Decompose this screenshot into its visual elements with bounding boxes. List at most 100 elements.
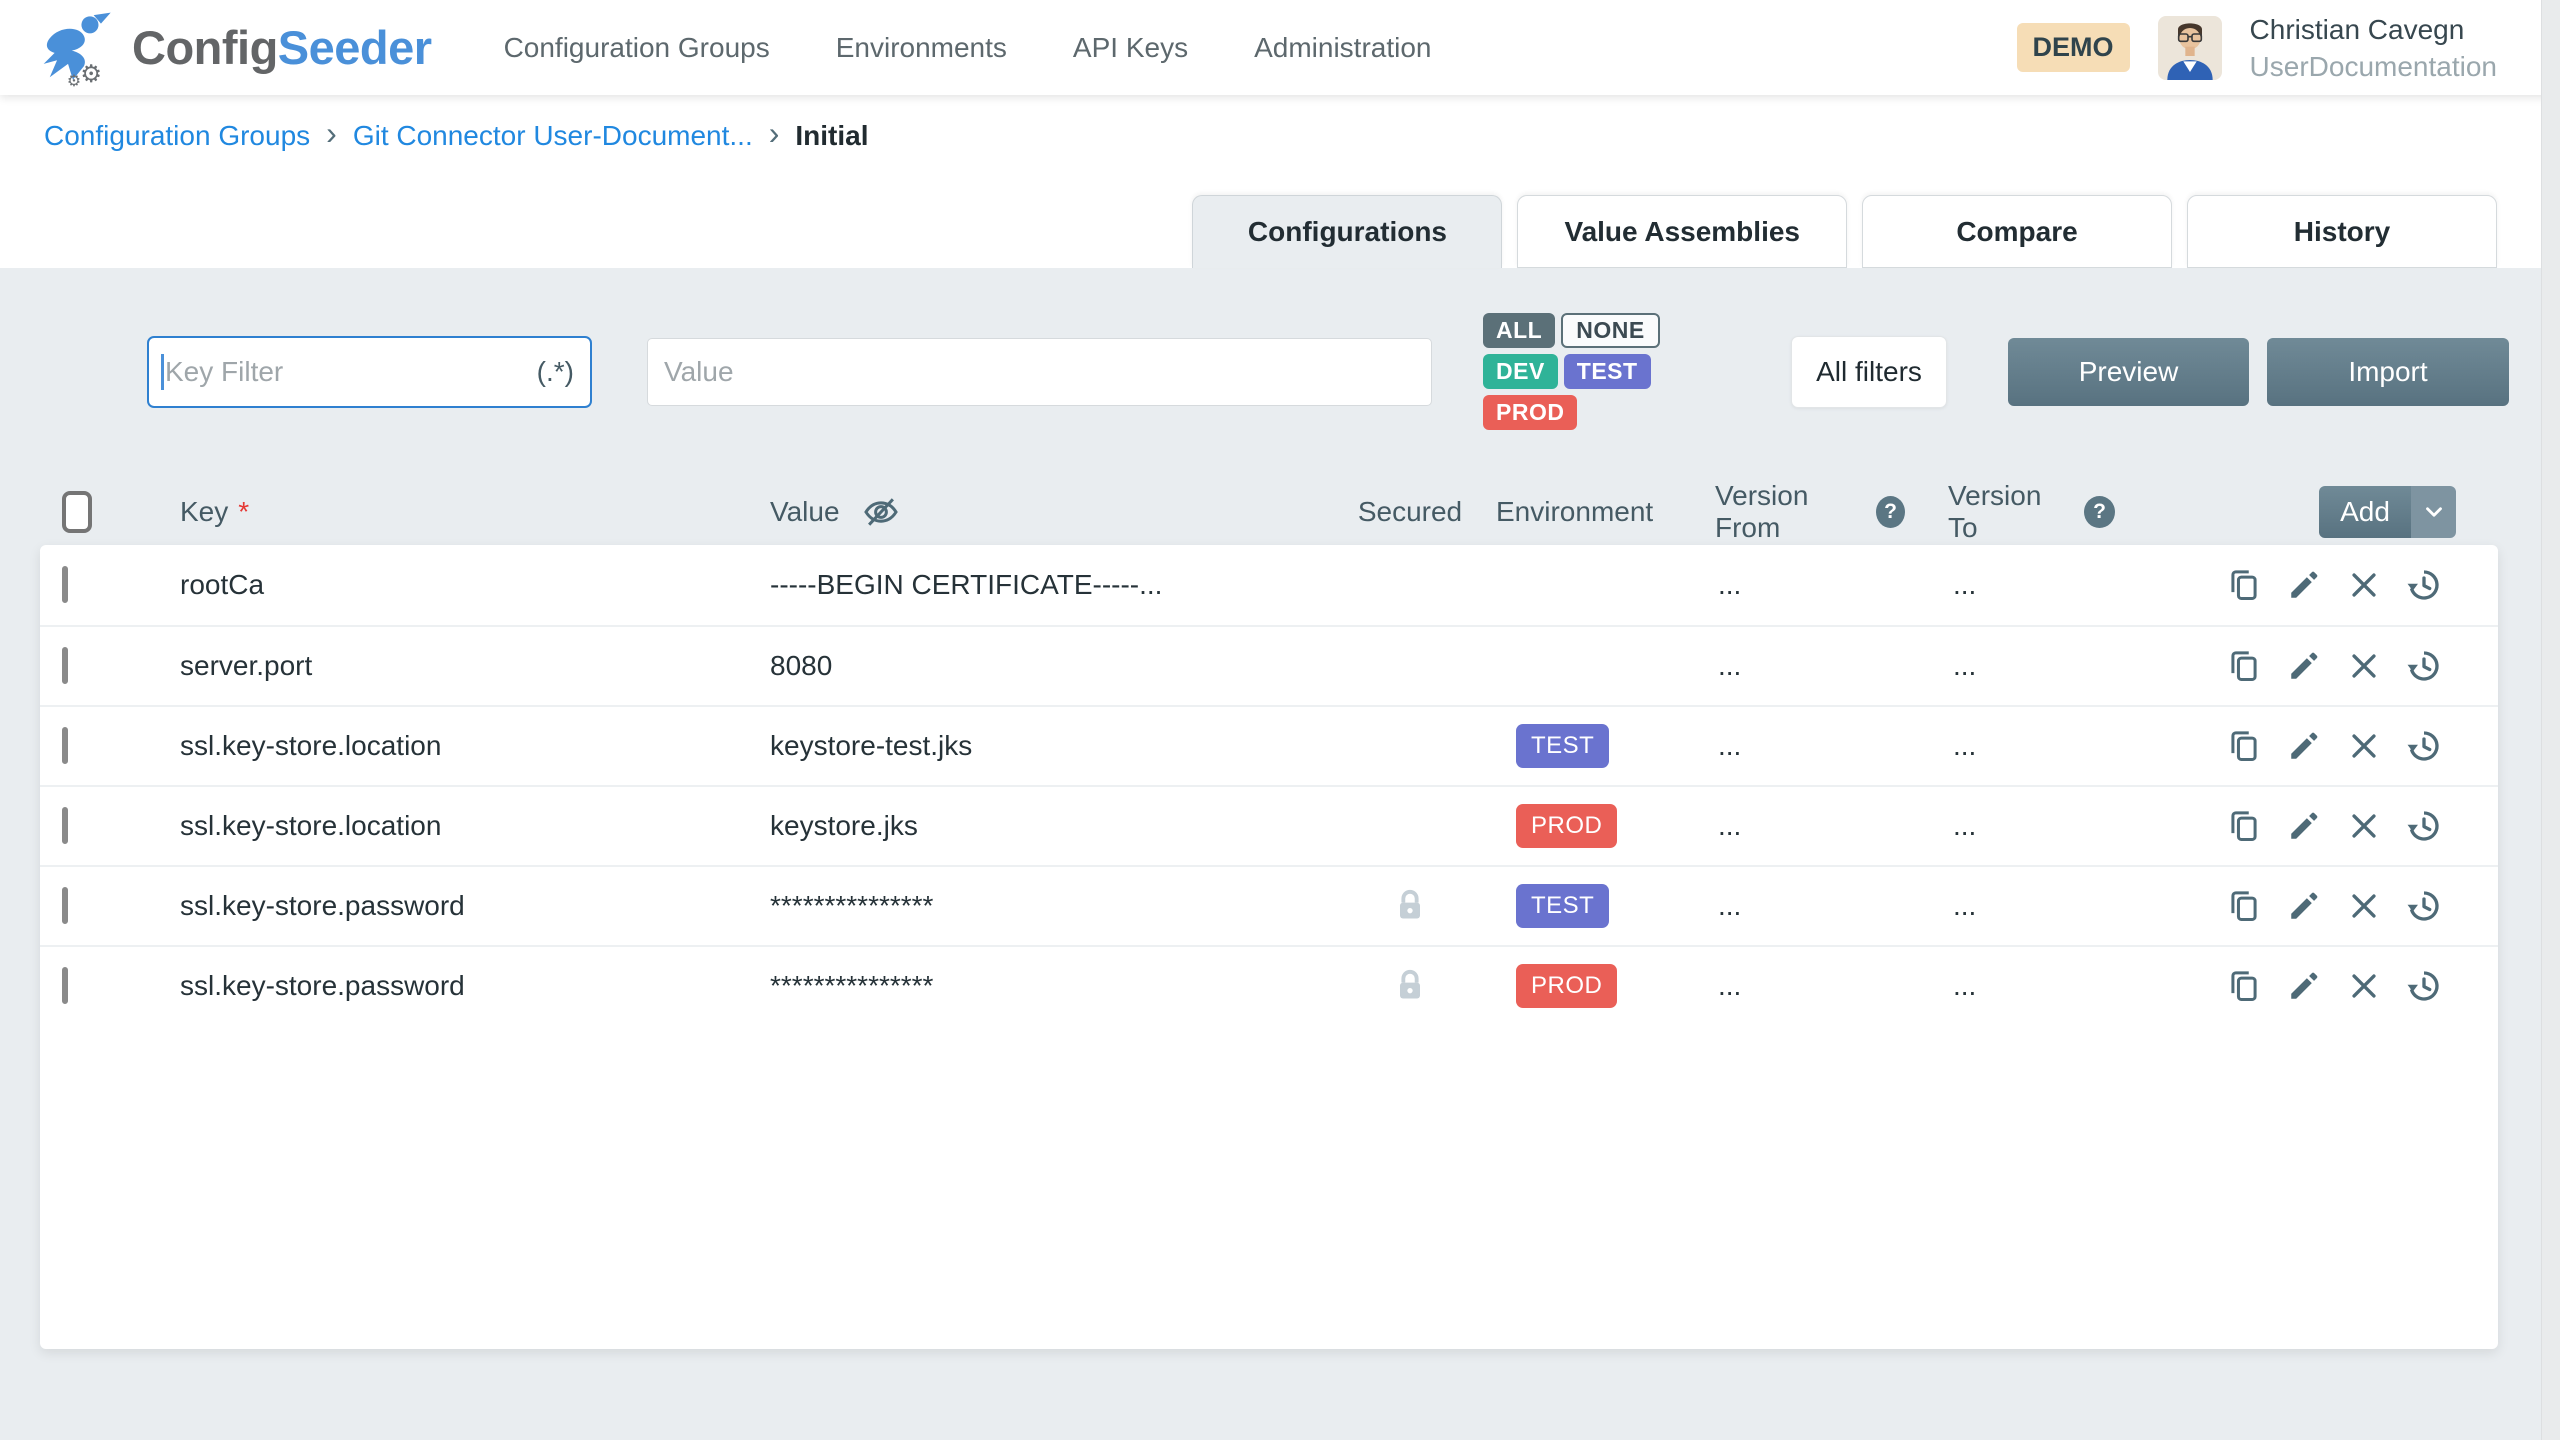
eye-slash-icon[interactable] xyxy=(862,493,900,531)
key-filter-input[interactable] xyxy=(147,336,592,408)
tab-configurations[interactable]: Configurations xyxy=(1192,195,1502,268)
tab-compare[interactable]: Compare xyxy=(1862,195,2172,268)
page-scrollbar[interactable] xyxy=(2541,0,2560,1440)
edit-icon[interactable] xyxy=(2285,807,2323,845)
value-filter-input[interactable] xyxy=(647,338,1432,406)
lock-icon xyxy=(1390,966,1430,1006)
environment-badge: PROD xyxy=(1516,964,1617,1008)
column-version-to[interactable]: Version To ? xyxy=(1905,480,2115,544)
row-version-from[interactable]: ... xyxy=(1670,569,1905,601)
row-checkbox[interactable] xyxy=(62,807,68,844)
env-chip-test[interactable]: TEST xyxy=(1564,354,1651,389)
top-navbar: ⚙ ⚙ ConfigSeeder Configuration Groups En… xyxy=(0,0,2560,95)
tab-value-assemblies[interactable]: Value Assemblies xyxy=(1517,195,1847,268)
column-secured[interactable]: Secured xyxy=(1340,496,1480,528)
history-icon[interactable] xyxy=(2405,647,2443,685)
edit-icon[interactable] xyxy=(2285,967,2323,1005)
copy-icon[interactable] xyxy=(2225,727,2263,765)
breadcrumb: Configuration Groups › Git Connector Use… xyxy=(0,95,2560,154)
table-header: Key* Value Secured Environment Version F… xyxy=(40,478,2516,545)
row-version-to[interactable]: ... xyxy=(1905,730,2115,762)
copy-icon[interactable] xyxy=(2225,566,2263,604)
delete-icon[interactable] xyxy=(2345,807,2383,845)
chevron-down-icon[interactable] xyxy=(2411,486,2456,538)
table-row[interactable]: ssl.key-store.location keystore-test.jks… xyxy=(40,705,2498,785)
column-version-from[interactable]: Version From ? xyxy=(1670,480,1905,544)
row-value: keystore.jks xyxy=(770,810,1340,842)
edit-icon[interactable] xyxy=(2285,566,2323,604)
column-environment[interactable]: Environment xyxy=(1480,496,1670,528)
text-caret xyxy=(161,354,164,390)
table-row[interactable]: ssl.key-store.location keystore.jks PROD… xyxy=(40,785,2498,865)
row-checkbox[interactable] xyxy=(62,887,68,924)
column-key[interactable]: Key* xyxy=(180,496,770,528)
edit-icon[interactable] xyxy=(2285,887,2323,925)
breadcrumb-configuration-groups[interactable]: Configuration Groups xyxy=(44,120,310,152)
table-row[interactable]: ssl.key-store.password *************** T… xyxy=(40,865,2498,945)
environment-badge: TEST xyxy=(1516,884,1609,928)
row-version-from[interactable]: ... xyxy=(1670,890,1905,922)
select-all-checkbox[interactable] xyxy=(62,491,92,533)
copy-icon[interactable] xyxy=(2225,887,2263,925)
row-value: keystore-test.jks xyxy=(770,730,1340,762)
history-icon[interactable] xyxy=(2405,887,2443,925)
edit-icon[interactable] xyxy=(2285,727,2323,765)
copy-icon[interactable] xyxy=(2225,807,2263,845)
row-version-to[interactable]: ... xyxy=(1905,650,2115,682)
delete-icon[interactable] xyxy=(2345,647,2383,685)
history-icon[interactable] xyxy=(2405,727,2443,765)
help-icon[interactable]: ? xyxy=(2084,496,2115,528)
copy-icon[interactable] xyxy=(2225,967,2263,1005)
all-filters-button[interactable]: All filters xyxy=(1791,336,1947,408)
row-version-to[interactable]: ... xyxy=(1905,970,2115,1002)
row-version-from[interactable]: ... xyxy=(1670,650,1905,682)
row-version-to[interactable]: ... xyxy=(1905,890,2115,922)
regex-suffix: (.*) xyxy=(537,356,574,388)
column-value[interactable]: Value xyxy=(770,493,1340,531)
user-info[interactable]: Christian Cavegn UserDocumentation xyxy=(2250,11,2497,85)
import-button[interactable]: Import xyxy=(2267,338,2509,406)
required-asterisk: * xyxy=(238,496,249,528)
table-row[interactable]: ssl.key-store.password *************** P… xyxy=(40,945,2498,1025)
copy-icon[interactable] xyxy=(2225,647,2263,685)
breadcrumb-separator-icon: › xyxy=(326,115,337,152)
help-icon[interactable]: ? xyxy=(1876,496,1905,528)
delete-icon[interactable] xyxy=(2345,566,2383,604)
row-key: ssl.key-store.location xyxy=(180,730,770,762)
history-icon[interactable] xyxy=(2405,967,2443,1005)
env-chip-dev[interactable]: DEV xyxy=(1483,354,1558,389)
row-checkbox[interactable] xyxy=(62,967,68,1004)
add-button-label[interactable]: Add xyxy=(2319,486,2411,538)
nav-item-configuration-groups[interactable]: Configuration Groups xyxy=(504,32,770,64)
delete-icon[interactable] xyxy=(2345,887,2383,925)
row-version-to[interactable]: ... xyxy=(1905,810,2115,842)
history-icon[interactable] xyxy=(2405,807,2443,845)
row-version-to[interactable]: ... xyxy=(1905,569,2115,601)
nav-item-environments[interactable]: Environments xyxy=(836,32,1007,64)
env-chip-none[interactable]: NONE xyxy=(1561,313,1659,348)
env-chip-prod[interactable]: PROD xyxy=(1483,395,1577,430)
table-row[interactable]: server.port 8080 ... ... xyxy=(40,625,2498,705)
env-chip-all[interactable]: ALL xyxy=(1483,313,1555,348)
row-checkbox[interactable] xyxy=(62,566,68,603)
row-version-from[interactable]: ... xyxy=(1670,810,1905,842)
row-version-from[interactable]: ... xyxy=(1670,730,1905,762)
delete-icon[interactable] xyxy=(2345,727,2383,765)
user-avatar[interactable] xyxy=(2158,16,2222,80)
user-organization: UserDocumentation xyxy=(2250,48,2497,85)
configurations-panel: (.*) ALLNONEDEVTESTPROD All filters Prev… xyxy=(0,268,2560,1440)
row-checkbox[interactable] xyxy=(62,647,68,684)
tab-history[interactable]: History xyxy=(2187,195,2497,268)
edit-icon[interactable] xyxy=(2285,647,2323,685)
preview-button[interactable]: Preview xyxy=(2008,338,2249,406)
add-button[interactable]: Add xyxy=(2319,486,2456,538)
row-checkbox[interactable] xyxy=(62,727,68,764)
delete-icon[interactable] xyxy=(2345,967,2383,1005)
row-version-from[interactable]: ... xyxy=(1670,970,1905,1002)
table-row[interactable]: rootCa -----BEGIN CERTIFICATE-----... ..… xyxy=(40,545,2498,625)
nav-item-administration[interactable]: Administration xyxy=(1254,32,1431,64)
app-logo[interactable]: ⚙ ⚙ ConfigSeeder xyxy=(40,9,432,87)
history-icon[interactable] xyxy=(2405,566,2443,604)
breadcrumb-configuration-group[interactable]: Git Connector User-Document... xyxy=(353,120,753,152)
nav-item-api-keys[interactable]: API Keys xyxy=(1073,32,1188,64)
